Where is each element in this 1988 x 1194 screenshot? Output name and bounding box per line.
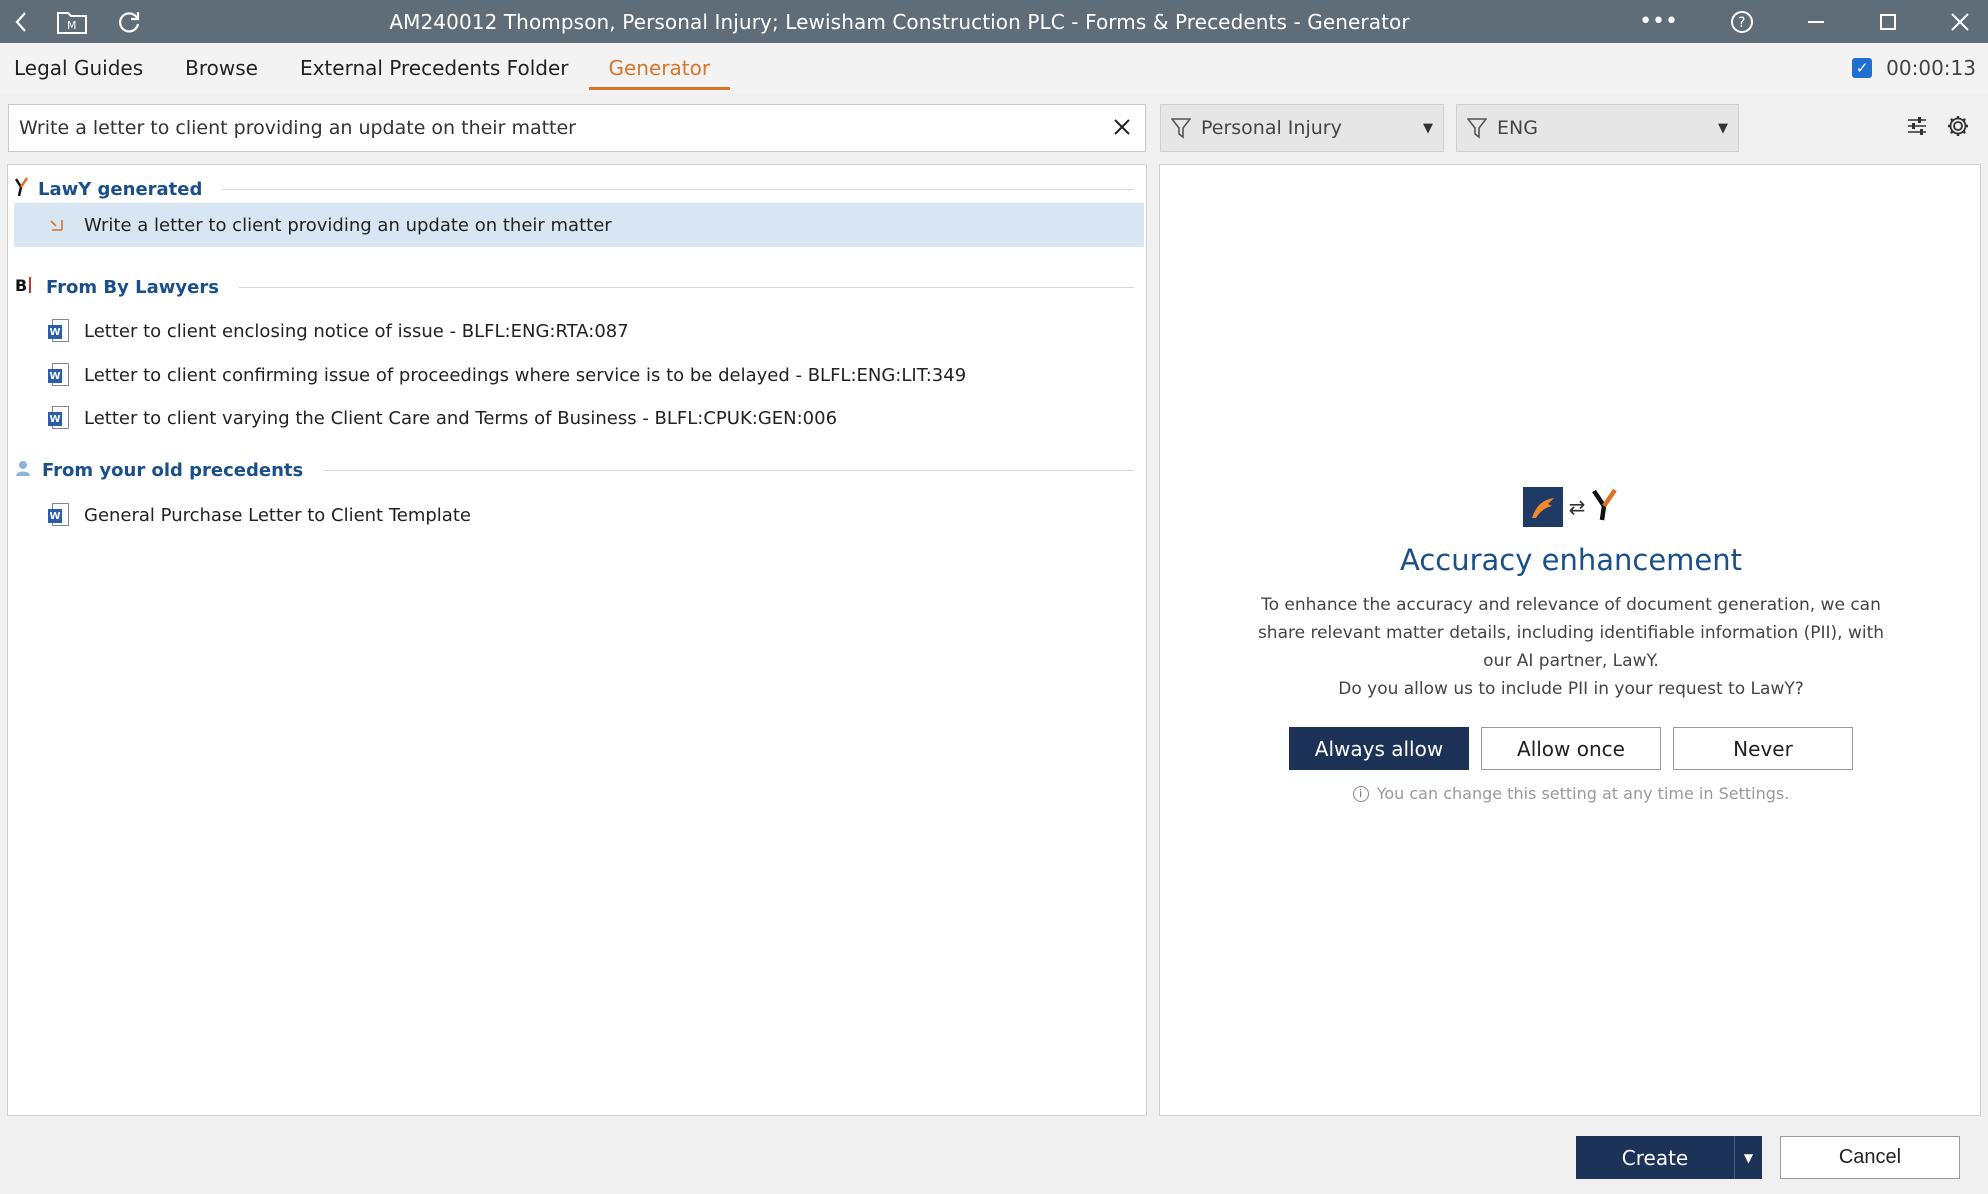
tab-legal-guides[interactable]: Legal Guides: [0, 43, 157, 93]
timer: ✓ 00:00:13: [1852, 43, 1976, 93]
lawy-logo-icon: [14, 177, 38, 202]
svg-text:B: B: [15, 276, 27, 295]
section-divider: [222, 189, 1134, 190]
maximize-icon[interactable]: [1878, 12, 1898, 32]
back-icon[interactable]: [14, 11, 28, 33]
list-item[interactable]: W General Purchase Letter to Client Temp…: [14, 493, 1144, 537]
word-document-icon: W: [48, 363, 70, 387]
timer-value: 00:00:13: [1886, 56, 1976, 80]
ai-spark-icon: [48, 216, 84, 234]
chevron-down-icon: ▼: [1423, 120, 1433, 136]
tab-generator[interactable]: Generator: [588, 43, 731, 93]
section-divider: [323, 470, 1134, 471]
timer-checkbox[interactable]: ✓: [1852, 58, 1873, 78]
dialog-title: Accuracy enhancement: [1400, 543, 1742, 577]
toolbar-tools: [1906, 114, 1970, 138]
preview-panel: ⇄ Accuracy enhancement To enhance the ac…: [1159, 164, 1981, 1116]
create-button[interactable]: Create ▼: [1576, 1136, 1762, 1179]
title-bar: M AM240012 Thompson, Personal Injury; Le…: [0, 0, 1988, 43]
window-title: AM240012 Thompson, Personal Injury; Lewi…: [389, 9, 1410, 34]
search-input[interactable]: [9, 117, 1099, 139]
info-icon: i: [1352, 785, 1369, 802]
list-item-label: Letter to client enclosing notice of iss…: [84, 320, 629, 342]
more-icon[interactable]: •••: [1639, 10, 1678, 33]
clear-search-icon[interactable]: [1099, 113, 1145, 143]
consent-buttons: Always allow Allow once Never: [1160, 727, 1982, 770]
section-heading: LawY generated: [38, 179, 203, 200]
exchange-icon: ⇄: [1568, 495, 1586, 519]
create-dropdown-icon[interactable]: ▼: [1734, 1136, 1762, 1179]
list-item-label: Letter to client confirming issue of pro…: [84, 364, 967, 386]
jurisdiction-filter-label: ENG: [1497, 117, 1538, 139]
filter-icon: [1467, 117, 1489, 139]
section-by-lawyers: B From By Lawyers: [14, 275, 1134, 300]
jurisdiction-filter[interactable]: ENG ▼: [1456, 104, 1739, 152]
list-item-label: General Purchase Letter to Client Templa…: [84, 504, 471, 526]
sliders-icon[interactable]: [1906, 114, 1928, 138]
help-icon[interactable]: ?: [1730, 10, 1754, 34]
list-item-label: Write a letter to client providing an up…: [84, 214, 612, 236]
section-lawy-generated: LawY generated: [14, 177, 1134, 202]
never-button[interactable]: Never: [1673, 727, 1853, 770]
word-document-icon: W: [48, 406, 70, 430]
create-button-label: Create: [1621, 1145, 1689, 1170]
allow-once-button[interactable]: Allow once: [1481, 727, 1661, 770]
refresh-icon[interactable]: [116, 9, 142, 35]
accuracy-enhancement-dialog: ⇄ Accuracy enhancement To enhance the ac…: [1160, 485, 1982, 803]
word-document-icon: W: [48, 503, 70, 527]
list-item[interactable]: Write a letter to client providing an up…: [14, 203, 1144, 247]
section-heading: From By Lawyers: [46, 277, 219, 298]
lawy-logo-icon: [1591, 488, 1619, 526]
gear-icon[interactable]: [1946, 114, 1970, 138]
tab-bar: Legal Guides Browse External Precedents …: [0, 43, 1988, 93]
tab-external-precedents-folder[interactable]: External Precedents Folder: [286, 43, 583, 93]
list-item[interactable]: W Letter to client varying the Client Ca…: [14, 396, 1144, 440]
settings-hint: i You can change this setting at any tim…: [1160, 784, 1982, 803]
section-divider: [238, 287, 1134, 288]
chevron-down-icon: ▼: [1718, 120, 1728, 136]
always-allow-button[interactable]: Always allow: [1289, 727, 1469, 770]
minimize-icon[interactable]: [1806, 12, 1826, 32]
by-lawyers-logo-icon: B: [14, 275, 38, 300]
search-box: [8, 104, 1146, 152]
cancel-button[interactable]: Cancel: [1780, 1136, 1960, 1179]
list-item-label: Letter to client varying the Client Care…: [84, 407, 838, 429]
list-item[interactable]: W Letter to client enclosing notice of i…: [14, 309, 1144, 353]
dialog-description: To enhance the accuracy and relevance of…: [1257, 595, 1885, 671]
matter-folder-icon[interactable]: M: [56, 9, 88, 35]
section-old-precedents: From your old precedents: [14, 459, 1134, 482]
section-heading: From your old precedents: [42, 460, 304, 481]
practice-area-filter[interactable]: Personal Injury ▼: [1160, 104, 1444, 152]
filter-icon: [1171, 117, 1193, 139]
app-logo-icon: [1522, 487, 1563, 527]
word-document-icon: W: [48, 319, 70, 343]
dialog-question: Do you allow us to include PII in your r…: [1338, 679, 1804, 699]
practice-area-filter-label: Personal Injury: [1201, 117, 1342, 139]
user-icon: [14, 459, 38, 482]
tab-browse[interactable]: Browse: [171, 43, 272, 93]
settings-hint-text: You can change this setting at any time …: [1376, 784, 1790, 803]
close-icon[interactable]: [1950, 12, 1970, 32]
svg-text:?: ?: [1738, 15, 1745, 31]
partner-logos: ⇄: [1160, 485, 1982, 529]
list-item[interactable]: W Letter to client confirming issue of p…: [14, 353, 1144, 397]
svg-text:M: M: [67, 19, 77, 32]
results-panel: LawY generated Write a letter to client …: [7, 164, 1147, 1116]
